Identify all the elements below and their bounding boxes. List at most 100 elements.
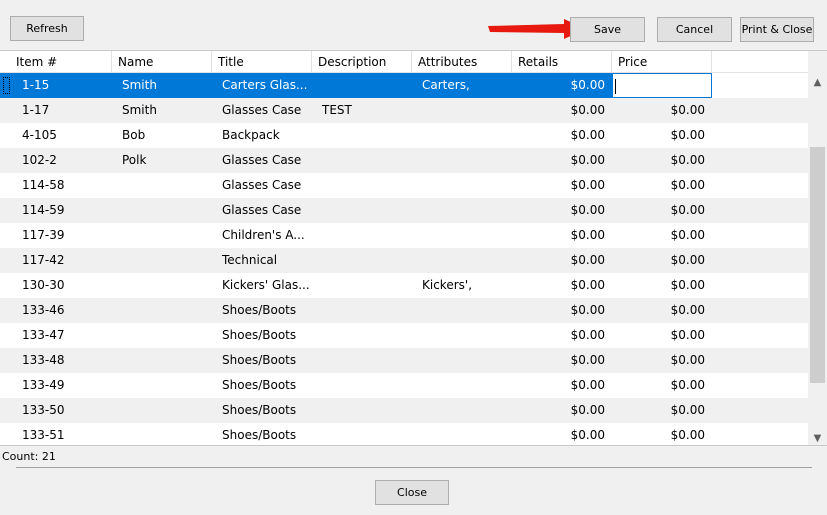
cell-name[interactable] xyxy=(112,223,212,248)
cell-retails[interactable]: $0.00 xyxy=(512,73,612,98)
scroll-up-icon[interactable]: ▲ xyxy=(808,73,827,91)
cell-title[interactable]: Glasses Case xyxy=(212,148,312,173)
cell-description[interactable] xyxy=(312,73,412,98)
cell-name[interactable] xyxy=(112,298,212,323)
table-row[interactable]: 114-59 Glasses Case $0.00 $0.00 xyxy=(0,198,808,223)
column-header-name[interactable]: Name xyxy=(112,51,212,73)
cell-title[interactable]: Carters Glas... xyxy=(212,73,312,98)
cell-price[interactable]: $0.00 xyxy=(612,423,712,445)
cell-name[interactable] xyxy=(112,173,212,198)
cell-description[interactable] xyxy=(312,123,412,148)
cell-retails[interactable]: $0.00 xyxy=(512,173,612,198)
column-header-title[interactable]: Title xyxy=(212,51,312,73)
cell-description[interactable] xyxy=(312,148,412,173)
cell-item-number[interactable]: 133-47 xyxy=(0,323,112,348)
cell-name[interactable]: Smith xyxy=(112,73,212,98)
cell-price[interactable]: $0.00 xyxy=(612,298,712,323)
table-row[interactable]: 130-30 Kickers' Glas... Kickers', $0.00 $0.0… xyxy=(0,273,808,298)
save-button[interactable]: Save xyxy=(570,17,645,42)
cell-name[interactable]: Bob xyxy=(112,123,212,148)
cell-attributes[interactable] xyxy=(412,373,512,398)
cell-description[interactable] xyxy=(312,423,412,445)
column-header-description[interactable]: Description xyxy=(312,51,412,73)
price-edit-field[interactable] xyxy=(612,73,712,98)
scrollbar-thumb[interactable] xyxy=(810,147,825,383)
cell-item-number[interactable]: 114-59 xyxy=(0,198,112,223)
cell-attributes[interactable] xyxy=(412,223,512,248)
cell-attributes[interactable] xyxy=(412,298,512,323)
cell-attributes[interactable] xyxy=(412,148,512,173)
cell-description[interactable] xyxy=(312,298,412,323)
cell-description[interactable] xyxy=(312,198,412,223)
table-row[interactable]: 133-46 Shoes/Boots $0.00 $0.00 xyxy=(0,298,808,323)
cell-item-number[interactable]: 133-48 xyxy=(0,348,112,373)
cell-retails[interactable]: $0.00 xyxy=(512,323,612,348)
cell-description[interactable] xyxy=(312,348,412,373)
cell-title[interactable]: Shoes/Boots xyxy=(212,298,312,323)
column-header-retails[interactable]: Retails xyxy=(512,51,612,73)
cell-retails[interactable]: $0.00 xyxy=(512,298,612,323)
cell-description[interactable]: TEST xyxy=(312,98,412,123)
table-row[interactable]: 117-39 Children's A... $0.00 $0.00 xyxy=(0,223,808,248)
cell-retails[interactable]: $0.00 xyxy=(512,273,612,298)
cell-title[interactable]: Glasses Case xyxy=(212,173,312,198)
cell-description[interactable] xyxy=(312,398,412,423)
cell-description[interactable] xyxy=(312,173,412,198)
column-header-price[interactable]: Price xyxy=(612,51,712,73)
cell-attributes[interactable] xyxy=(412,98,512,123)
cell-item-number[interactable]: 117-39 xyxy=(0,223,112,248)
cell-description[interactable] xyxy=(312,248,412,273)
cell-description[interactable] xyxy=(312,223,412,248)
cell-item-number[interactable]: 133-51 xyxy=(0,423,112,445)
cell-attributes[interactable] xyxy=(412,198,512,223)
table-row[interactable]: 114-58 Glasses Case $0.00 $0.00 xyxy=(0,173,808,198)
cell-name[interactable] xyxy=(112,248,212,273)
cell-attributes[interactable] xyxy=(412,398,512,423)
cell-retails[interactable]: $0.00 xyxy=(512,398,612,423)
cell-attributes[interactable] xyxy=(412,173,512,198)
cell-title[interactable]: Shoes/Boots xyxy=(212,373,312,398)
column-header-item-number[interactable]: Item # xyxy=(0,51,112,73)
items-grid[interactable]: Item # Name Title Description Attributes Reta… xyxy=(0,50,827,446)
cell-price[interactable]: $0.00 xyxy=(612,273,712,298)
cell-price[interactable]: $0.00 xyxy=(612,348,712,373)
cell-item-number[interactable]: 133-50 xyxy=(0,398,112,423)
cell-name[interactable] xyxy=(112,323,212,348)
cancel-button[interactable]: Cancel xyxy=(657,17,732,42)
cell-retails[interactable]: $0.00 xyxy=(512,348,612,373)
table-row[interactable]: 4-105 Bob Backpack $0.00 $0.00 xyxy=(0,123,808,148)
cell-attributes[interactable] xyxy=(412,348,512,373)
cell-attributes[interactable]: Kickers', xyxy=(412,273,512,298)
cell-name[interactable]: Polk xyxy=(112,148,212,173)
cell-name[interactable] xyxy=(112,373,212,398)
cell-retails[interactable]: $0.00 xyxy=(512,123,612,148)
cell-title[interactable]: Glasses Case xyxy=(212,198,312,223)
cell-item-number[interactable]: 1-17 xyxy=(0,98,112,123)
cell-price[interactable]: $0.00 xyxy=(612,198,712,223)
cell-item-number[interactable]: 1-15 xyxy=(0,73,112,98)
close-button[interactable]: Close xyxy=(375,480,449,505)
cell-price[interactable]: $0.00 xyxy=(612,123,712,148)
cell-retails[interactable]: $0.00 xyxy=(512,248,612,273)
table-row[interactable]: 133-47 Shoes/Boots $0.00 $0.00 xyxy=(0,323,808,348)
vertical-scrollbar[interactable]: ▲ ▼ xyxy=(808,51,827,445)
table-row[interactable]: 133-48 Shoes/Boots $0.00 $0.00 xyxy=(0,348,808,373)
cell-price[interactable]: $0.00 xyxy=(612,98,712,123)
cell-retails[interactable]: $0.00 xyxy=(512,373,612,398)
cell-title[interactable]: Backpack xyxy=(212,123,312,148)
cell-description[interactable] xyxy=(312,273,412,298)
cell-retails[interactable]: $0.00 xyxy=(512,198,612,223)
table-row[interactable]: 133-50 Shoes/Boots $0.00 $0.00 xyxy=(0,398,808,423)
cell-price[interactable]: $0.00 xyxy=(612,173,712,198)
cell-item-number[interactable]: 117-42 xyxy=(0,248,112,273)
table-row[interactable]: 1-15 Smith Carters Glas... Carters, $0.00 xyxy=(0,73,808,98)
cell-attributes[interactable] xyxy=(412,323,512,348)
cell-name[interactable] xyxy=(112,423,212,445)
cell-title[interactable]: Kickers' Glas... xyxy=(212,273,312,298)
cell-description[interactable] xyxy=(312,373,412,398)
table-row[interactable]: 117-42 Technical $0.00 $0.00 xyxy=(0,248,808,273)
cell-name[interactable] xyxy=(112,273,212,298)
cell-attributes[interactable] xyxy=(412,423,512,445)
cell-price[interactable]: $0.00 xyxy=(612,398,712,423)
scroll-down-icon[interactable]: ▼ xyxy=(808,429,827,445)
